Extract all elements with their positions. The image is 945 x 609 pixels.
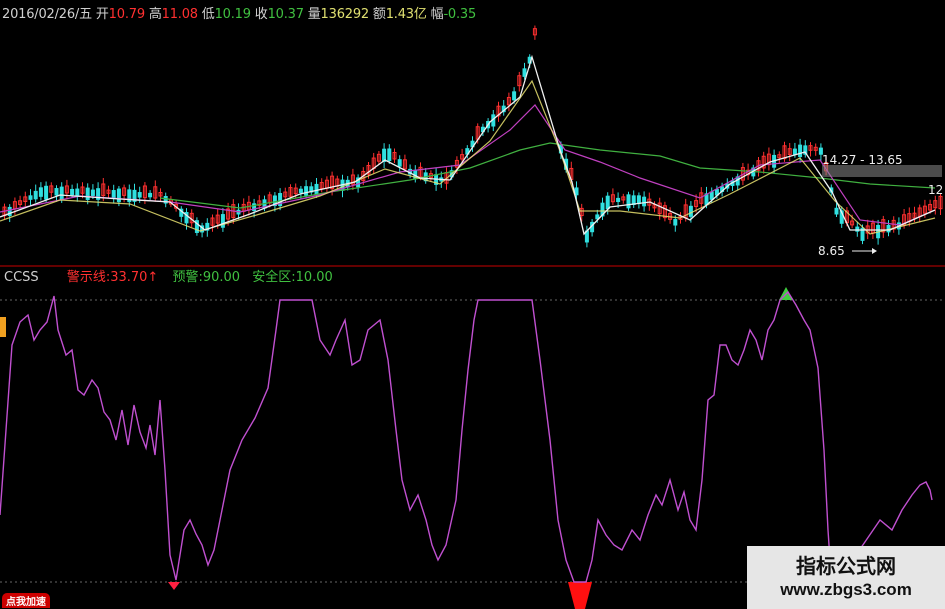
speed-up-badge[interactable]: 点我加速 xyxy=(2,593,50,608)
candle-body xyxy=(33,190,38,200)
amount-value: 1.43亿 xyxy=(385,7,427,22)
change-label: 幅 xyxy=(430,7,444,22)
volume-value: 136292 xyxy=(320,7,370,22)
candle-body xyxy=(397,159,402,167)
indicator-header: CCSS 警示线:33.70↑ 预警:90.00 安全区:10.00 xyxy=(4,266,333,285)
arrow-head xyxy=(872,248,877,254)
candle-body xyxy=(673,219,678,226)
candle-body xyxy=(44,185,49,200)
warn-line-value: 33.70 xyxy=(110,270,148,285)
right-value-annotation: 12 xyxy=(928,183,944,197)
candle-body xyxy=(90,189,95,196)
date-label: 2016/02/26/五 xyxy=(2,7,92,22)
close-value: 10.37 xyxy=(267,7,304,22)
candle-body xyxy=(75,188,80,197)
candle-body xyxy=(85,187,90,201)
close-label: 收 xyxy=(254,7,268,22)
candle-body xyxy=(137,192,142,198)
warn-arrow-icon: ↑ xyxy=(147,270,159,285)
candle-body xyxy=(304,186,309,196)
candle-body xyxy=(111,190,116,198)
candle-body xyxy=(792,148,797,155)
left-collapse-tab[interactable] xyxy=(0,317,6,337)
safe-zone-label: 安全区: xyxy=(252,270,296,285)
warn-line-label: 警示线: xyxy=(66,270,111,285)
candle-body xyxy=(636,195,641,205)
candle-body xyxy=(834,207,839,215)
low-value: 10.19 xyxy=(214,7,251,22)
volume-label: 量 xyxy=(307,7,321,22)
candle-body xyxy=(605,195,610,210)
ma-line-purple xyxy=(0,104,936,226)
high-value: 11.08 xyxy=(161,7,198,22)
candle-body xyxy=(59,186,64,200)
watermark: 指标公式网 www.zbgs3.com xyxy=(747,546,945,609)
candle-body xyxy=(70,188,75,196)
range-annotation: 14.27 - 13.65 xyxy=(822,153,903,167)
candle-body xyxy=(642,196,647,207)
amount-label: 额 xyxy=(372,7,386,22)
candle-body xyxy=(574,187,579,196)
candle-body xyxy=(298,188,303,193)
stock-chart[interactable] xyxy=(0,0,945,609)
candle-body xyxy=(28,195,33,200)
watermark-title: 指标公式网 xyxy=(796,554,896,578)
low-label: 低 xyxy=(201,7,215,22)
candle-body xyxy=(798,144,803,158)
candlestick-series xyxy=(2,25,943,248)
candle-body xyxy=(387,148,392,162)
indicator-name: CCSS xyxy=(4,270,39,285)
candle-body xyxy=(512,91,517,101)
candle-body xyxy=(54,188,59,196)
alert-label: 预警: xyxy=(172,270,203,285)
candle-body xyxy=(631,195,636,206)
safe-marker-red-small xyxy=(168,582,180,590)
candle-body xyxy=(116,188,121,203)
low-annotation: 8.65 xyxy=(818,244,845,258)
candle-body xyxy=(148,192,153,198)
candle-body xyxy=(688,205,693,217)
safe-zone-value: 10.00 xyxy=(295,270,333,285)
candle-body xyxy=(38,187,43,197)
ohlc-info-bar: 2016/02/26/五 开10.79 高11.08 低10.19 收10.37… xyxy=(2,3,476,22)
safe-marker-red-large xyxy=(568,582,592,609)
candle-body xyxy=(616,197,621,203)
alert-value: 90.00 xyxy=(202,270,241,285)
high-label: 高 xyxy=(148,7,162,22)
candle-body xyxy=(626,194,631,209)
watermark-url: www.zbgs3.com xyxy=(780,580,912,599)
candle-body xyxy=(522,68,527,77)
change-value: -0.35 xyxy=(443,7,477,22)
open-label: 开 xyxy=(95,7,109,22)
candle-body xyxy=(709,191,714,200)
open-value: 10.79 xyxy=(108,7,145,22)
